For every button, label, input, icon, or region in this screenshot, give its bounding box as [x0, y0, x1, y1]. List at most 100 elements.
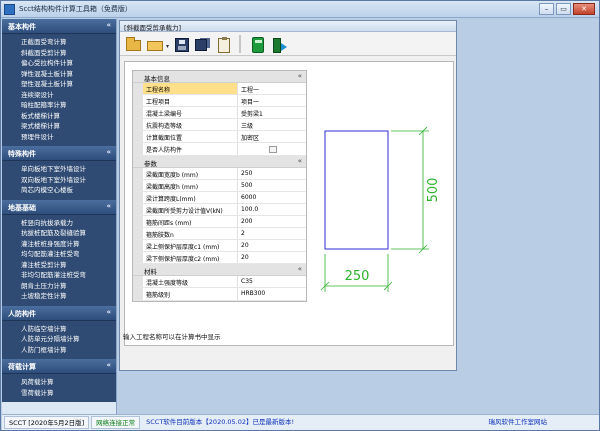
app-icon: [4, 4, 15, 15]
save-button[interactable]: [172, 35, 190, 53]
nav-section-body: 正截面受弯计算 斜截面受剪计算 偏心受拉构件计算 弹性混凝土板计算 塑性混凝土板…: [2, 34, 116, 146]
open-button[interactable]: [124, 35, 142, 53]
nav-item[interactable]: 塑性混凝土板计算: [2, 79, 116, 90]
nav-section-title: 基本构件: [8, 23, 36, 31]
grid-row[interactable]: 箍筋级别 HRB300: [133, 288, 306, 301]
field-value[interactable]: 6000: [238, 192, 306, 203]
field-value[interactable]: 250: [238, 168, 306, 179]
close-button[interactable]: ✕: [573, 3, 595, 15]
field-value[interactable]: 三级: [238, 119, 306, 130]
field-value[interactable]: 工程一: [238, 83, 306, 94]
content-area: 基本信息 « 工程名称 工程一 工程项目 项目一 混凝土梁编号 受剪梁1 抗震构造等级…: [124, 61, 454, 346]
field-name: 抗震构造等级: [143, 119, 238, 131]
nav-item[interactable]: 连续梁设计: [2, 90, 116, 101]
field-name: 工程名称: [143, 83, 238, 95]
grid-row[interactable]: 是否人防构件: [133, 143, 306, 156]
folder-dropdown-icon: [147, 40, 169, 51]
field-name: 混凝土强度等级: [143, 276, 238, 288]
nav-item[interactable]: 偏心受拉构件计算: [2, 58, 116, 69]
nav-item[interactable]: 梁式楼梯计算: [2, 121, 116, 132]
website-link[interactable]: 瑞风软件工作室网站: [485, 416, 552, 429]
grid-row[interactable]: 混凝土梁编号 受剪梁1: [133, 107, 306, 120]
grid-category[interactable]: 材料 «: [133, 264, 306, 277]
field-value[interactable]: 500: [238, 180, 306, 191]
collapse-icon[interactable]: «: [106, 308, 111, 316]
grid-row[interactable]: 箍筋肢数n 2: [133, 228, 306, 241]
collapse-icon[interactable]: «: [298, 265, 302, 273]
nav-item[interactable]: 人防单元分隔墙计算: [2, 334, 116, 345]
field-value[interactable]: 200: [238, 216, 306, 227]
field-value[interactable]: 20: [238, 240, 306, 251]
nav-item[interactable]: 土坡稳定性计算: [2, 291, 116, 302]
field-value[interactable]: [238, 143, 306, 154]
grid-row[interactable]: 梁下侧保护层厚度c2 (mm) 20: [133, 252, 306, 265]
field-value[interactable]: 100.0: [238, 204, 306, 215]
nav-item[interactable]: 人防临空墙计算: [2, 324, 116, 335]
grid-category[interactable]: 参数 «: [133, 155, 306, 168]
calculate-button[interactable]: [248, 35, 266, 53]
minimize-button[interactable]: –: [539, 3, 554, 15]
field-value[interactable]: 20: [238, 252, 306, 263]
grid-row[interactable]: 工程项目 项目一: [133, 95, 306, 108]
field-name: 梁计算跨度L(mm): [143, 191, 238, 203]
nav-item[interactable]: 斜截面受剪计算: [2, 48, 116, 59]
grid-category[interactable]: 基本信息 «: [133, 71, 306, 83]
nav-item[interactable]: 灌注桩受剪计算: [2, 260, 116, 271]
collapse-icon[interactable]: «: [298, 72, 302, 80]
toolbar-separator: [239, 34, 241, 53]
open-recent-button[interactable]: [145, 35, 169, 53]
nav-item[interactable]: 暗柱配箍率计算: [2, 100, 116, 111]
grid-row[interactable]: 梁截面高度h (mm) 500: [133, 179, 306, 192]
collapse-icon[interactable]: «: [106, 21, 111, 29]
nav-section-header[interactable]: 人防构件 «: [2, 305, 116, 321]
field-value[interactable]: HRB300: [238, 288, 306, 299]
nav-item[interactable]: 雪荷载计算: [2, 388, 116, 399]
restore-button[interactable]: ▭: [556, 3, 571, 15]
toolbar: [120, 32, 456, 56]
grid-category-title: 基本信息: [144, 75, 170, 83]
nav-item[interactable]: 风荷载计算: [2, 377, 116, 388]
nav-item[interactable]: 抗拔桩配筋及裂缝验算: [2, 228, 116, 239]
nav-section-header[interactable]: 特殊构件 «: [2, 146, 116, 161]
grid-row[interactable]: 梁上侧保护层厚度c1 (mm) 20: [133, 240, 306, 253]
collapse-icon[interactable]: «: [298, 157, 302, 165]
field-value[interactable]: C35: [238, 276, 306, 287]
field-value[interactable]: 加密区: [238, 131, 306, 142]
grid-row[interactable]: 计算截面位置 加密区: [133, 131, 306, 144]
collapse-icon[interactable]: «: [106, 202, 111, 210]
nav-item[interactable]: 非均匀配筋灌注桩受弯: [2, 270, 116, 281]
grid-row[interactable]: 混凝土强度等级 C35: [133, 276, 306, 289]
grid-row[interactable]: 梁截面所受剪力设计值V(kN) 100.0: [133, 203, 306, 216]
grid-row[interactable]: 梁计算跨度L(mm) 6000: [133, 191, 306, 204]
exit-button[interactable]: [269, 35, 287, 53]
nav-item[interactable]: 板式楼梯计算: [2, 111, 116, 122]
nav-item[interactable]: 人防门框墙计算: [2, 345, 116, 356]
nav-item[interactable]: 双向板地下室外墙设计: [2, 175, 116, 186]
width-label: 250: [345, 269, 370, 284]
nav-item[interactable]: 单向板地下室外墙设计: [2, 164, 116, 175]
grid-row[interactable]: 工程名称 工程一: [133, 83, 306, 96]
nav-item[interactable]: 正截面受弯计算: [2, 37, 116, 48]
grid-row[interactable]: 箍筋间距s (mm) 200: [133, 215, 306, 229]
nav-item[interactable]: 桩竖向抗拔承载力: [2, 218, 116, 229]
nav-item[interactable]: 灌注桩桩身强度计算: [2, 239, 116, 250]
field-value[interactable]: 2: [238, 228, 306, 239]
nav-item[interactable]: 预埋件设计: [2, 132, 116, 143]
collapse-icon[interactable]: «: [106, 361, 111, 369]
nav-item[interactable]: 均匀配筋灌注桩受弯: [2, 249, 116, 260]
report-button[interactable]: [214, 35, 232, 53]
field-value[interactable]: 项目一: [238, 95, 306, 106]
nav-item[interactable]: 弹性混凝土板计算: [2, 69, 116, 80]
nav-section-header[interactable]: 荷载计算 «: [2, 359, 116, 374]
field-value[interactable]: 受剪梁1: [238, 107, 306, 118]
grid-row[interactable]: 抗震构造等级 三级: [133, 119, 306, 132]
nav-item[interactable]: 简芯内模空心楼板: [2, 185, 116, 196]
civil-defense-checkbox[interactable]: [269, 146, 277, 154]
collapse-icon[interactable]: «: [106, 148, 111, 156]
nav-section-header[interactable]: 基本构件 «: [2, 19, 116, 34]
save-as-button[interactable]: [193, 35, 211, 53]
grid-row[interactable]: 梁截面宽度b (mm) 250: [133, 167, 306, 180]
nav-item[interactable]: 朗肯土压力计算: [2, 281, 116, 292]
nav-section-header[interactable]: 地基基础 «: [2, 199, 116, 215]
title-bar[interactable]: Scct结构构件计算工具箱（免费版） – ▭ ✕: [1, 1, 599, 18]
